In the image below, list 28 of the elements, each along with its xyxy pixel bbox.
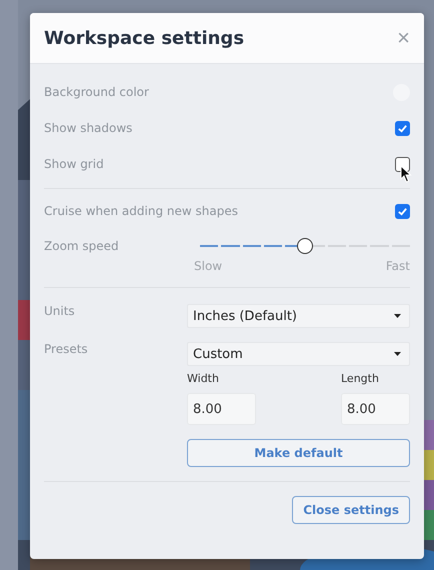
cursor-icon bbox=[400, 165, 412, 183]
slider-track[interactable] bbox=[200, 239, 410, 253]
slider-thumb[interactable] bbox=[297, 238, 313, 254]
close-settings-button[interactable]: Close settings bbox=[292, 496, 410, 524]
field-label: Width bbox=[187, 372, 220, 385]
setting-label: Cruise when adding new shapes bbox=[44, 204, 238, 218]
presets-dropdown[interactable]: Custom bbox=[187, 342, 410, 366]
setting-label: Show grid bbox=[44, 157, 104, 171]
checkmark-icon bbox=[397, 122, 408, 134]
setting-label: Show shadows bbox=[44, 121, 132, 135]
caret-icon bbox=[394, 352, 401, 356]
setting-label: Zoom speed bbox=[44, 239, 119, 255]
slider-min-label: Slow bbox=[194, 259, 222, 273]
units-dropdown[interactable]: Inches (Default) bbox=[187, 304, 410, 328]
field-label: Length bbox=[341, 372, 380, 385]
checkmark-icon bbox=[397, 206, 408, 216]
setting-label: Presets bbox=[44, 342, 89, 356]
dialog-title: Workspace settings bbox=[44, 28, 244, 48]
width-field[interactable]: 8.00 bbox=[187, 393, 256, 425]
length-field[interactable]: 8.00 bbox=[341, 393, 410, 425]
checkbox[interactable] bbox=[395, 204, 410, 218]
setting-label: Background color bbox=[44, 85, 149, 99]
make-default-button[interactable]: Make default bbox=[187, 439, 410, 467]
caret-icon bbox=[394, 314, 401, 318]
checkbox[interactable] bbox=[395, 156, 410, 172]
setting-label: Units bbox=[44, 304, 76, 318]
slider-max-label: Fast bbox=[386, 259, 410, 273]
checkbox[interactable] bbox=[395, 120, 410, 136]
